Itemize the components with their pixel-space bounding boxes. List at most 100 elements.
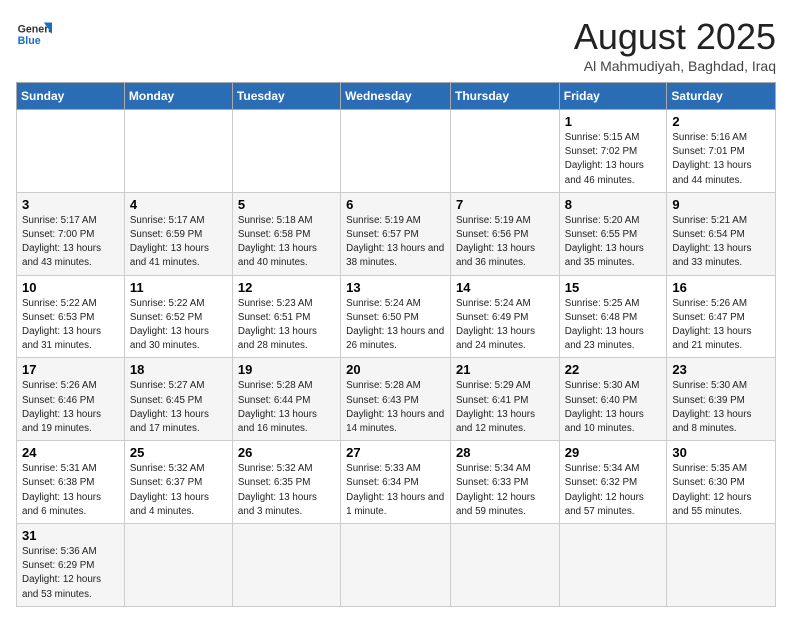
day-number: 27: [346, 445, 445, 460]
day-number: 9: [672, 197, 770, 212]
day-number: 19: [238, 362, 335, 377]
calendar-cell: 14 Sunrise: 5:24 AM Sunset: 6:49 PM Dayli…: [451, 275, 560, 358]
day-number: 12: [238, 280, 335, 295]
day-number: 13: [346, 280, 445, 295]
calendar-cell: 4Sunrise: 5:17 AM Sunset: 6:59 PM Daylig…: [124, 192, 232, 275]
day-number: 17: [22, 362, 119, 377]
day-number: 4: [130, 197, 227, 212]
calendar-cell: 2 Sunrise: 5:16 AM Sunset: 7:01 PM Daylig…: [667, 110, 776, 193]
calendar-cell: 21 Sunrise: 5:29 AM Sunset: 6:41 PM Dayli…: [451, 358, 560, 441]
weekday-header-tuesday: Tuesday: [232, 83, 340, 110]
day-info: Sunrise: 5:32 AM Sunset: 6:37 PM Dayligh…: [130, 462, 227, 519]
calendar-cell: 24Sunrise: 5:31 AM Sunset: 6:38 PM Dayli…: [17, 441, 125, 524]
calendar-cell: 9 Sunrise: 5:21 AM Sunset: 6:54 PM Daylig…: [667, 192, 776, 275]
day-number: 23: [672, 362, 770, 377]
calendar-cell: 29Sunrise: 5:34 AM Sunset: 6:32 PM Dayli…: [559, 441, 667, 524]
calendar-cell: 17 Sunrise: 5:26 AM Sunset: 6:46 PM Dayli…: [17, 358, 125, 441]
day-info: Sunrise: 5:28 AM Sunset: 6:44 PM Dayligh…: [238, 379, 335, 436]
svg-text:Blue: Blue: [18, 35, 41, 47]
calendar-cell: 31 Sunrise: 5:36 AM Sunset: 6:29 PM Dayli…: [17, 524, 125, 607]
day-number: 8: [565, 197, 662, 212]
day-number: 26: [238, 445, 335, 460]
weekday-header-wednesday: Wednesday: [341, 83, 451, 110]
day-number: 30: [672, 445, 770, 460]
calendar-cell: 15 Sunrise: 5:25 AM Sunset: 6:48 PM Dayli…: [559, 275, 667, 358]
day-info: Sunrise: 5:24 AM Sunset: 6:50 PM Dayligh…: [346, 297, 445, 354]
calendar-cell: [232, 110, 340, 193]
day-info: Sunrise: 5:22 AM Sunset: 6:53 PM Dayligh…: [22, 297, 119, 354]
day-number: 15: [565, 280, 662, 295]
calendar-cell: [17, 110, 125, 193]
calendar-title: August 2025: [574, 16, 776, 58]
day-info: Sunrise: 5:33 AM Sunset: 6:34 PM Dayligh…: [346, 462, 445, 519]
day-number: 29: [565, 445, 662, 460]
day-info: Sunrise: 5:28 AM Sunset: 6:43 PM Dayligh…: [346, 379, 445, 436]
calendar-cell: 10 Sunrise: 5:22 AM Sunset: 6:53 PM Dayli…: [17, 275, 125, 358]
day-number: 6: [346, 197, 445, 212]
day-number: 16: [672, 280, 770, 295]
day-number: 22: [565, 362, 662, 377]
day-number: 11: [130, 280, 227, 295]
day-number: 20: [346, 362, 445, 377]
day-info: Sunrise: 5:26 AM Sunset: 6:46 PM Dayligh…: [22, 379, 119, 436]
day-info: Sunrise: 5:17 AM Sunset: 7:00 PM Dayligh…: [22, 214, 119, 271]
day-number: 31: [22, 528, 119, 543]
calendar-cell: 16 Sunrise: 5:26 AM Sunset: 6:47 PM Dayli…: [667, 275, 776, 358]
calendar-subtitle: Al Mahmudiyah, Baghdad, Iraq: [574, 58, 776, 74]
day-info: Sunrise: 5:36 AM Sunset: 6:29 PM Dayligh…: [22, 545, 119, 602]
calendar-cell: 19 Sunrise: 5:28 AM Sunset: 6:44 PM Dayli…: [232, 358, 340, 441]
day-number: 21: [456, 362, 554, 377]
calendar-cell: 12 Sunrise: 5:23 AM Sunset: 6:51 PM Dayli…: [232, 275, 340, 358]
day-number: 14: [456, 280, 554, 295]
calendar-cell: [451, 110, 560, 193]
weekday-header-thursday: Thursday: [451, 83, 560, 110]
weekday-header-sunday: Sunday: [17, 83, 125, 110]
day-number: 28: [456, 445, 554, 460]
day-number: 2: [672, 114, 770, 129]
calendar-cell: [341, 110, 451, 193]
weekday-header-monday: Monday: [124, 83, 232, 110]
calendar-cell: 8 Sunrise: 5:20 AM Sunset: 6:55 PM Daylig…: [559, 192, 667, 275]
day-number: 10: [22, 280, 119, 295]
day-info: Sunrise: 5:29 AM Sunset: 6:41 PM Dayligh…: [456, 379, 554, 436]
day-info: Sunrise: 5:27 AM Sunset: 6:45 PM Dayligh…: [130, 379, 227, 436]
day-info: Sunrise: 5:16 AM Sunset: 7:01 PM Dayligh…: [672, 131, 770, 188]
calendar-cell: [667, 524, 776, 607]
day-info: Sunrise: 5:23 AM Sunset: 6:51 PM Dayligh…: [238, 297, 335, 354]
day-info: Sunrise: 5:26 AM Sunset: 6:47 PM Dayligh…: [672, 297, 770, 354]
day-info: Sunrise: 5:24 AM Sunset: 6:49 PM Dayligh…: [456, 297, 554, 354]
calendar-cell: 23 Sunrise: 5:30 AM Sunset: 6:39 PM Dayli…: [667, 358, 776, 441]
header: General Blue August 2025 Al Mahmudiyah, …: [16, 16, 776, 74]
calendar-cell: 22Sunrise: 5:30 AM Sunset: 6:40 PM Dayli…: [559, 358, 667, 441]
calendar-cell: 26Sunrise: 5:32 AM Sunset: 6:35 PM Dayli…: [232, 441, 340, 524]
calendar-cell: [124, 524, 232, 607]
day-info: Sunrise: 5:20 AM Sunset: 6:55 PM Dayligh…: [565, 214, 662, 271]
calendar-cell: 28 Sunrise: 5:34 AM Sunset: 6:33 PM Dayli…: [451, 441, 560, 524]
calendar-cell: 11 Sunrise: 5:22 AM Sunset: 6:52 PM Dayli…: [124, 275, 232, 358]
title-area: August 2025 Al Mahmudiyah, Baghdad, Iraq: [574, 16, 776, 74]
day-number: 24: [22, 445, 119, 460]
calendar-cell: [341, 524, 451, 607]
day-info: Sunrise: 5:18 AM Sunset: 6:58 PM Dayligh…: [238, 214, 335, 271]
day-info: Sunrise: 5:19 AM Sunset: 6:56 PM Dayligh…: [456, 214, 554, 271]
day-info: Sunrise: 5:22 AM Sunset: 6:52 PM Dayligh…: [130, 297, 227, 354]
day-info: Sunrise: 5:21 AM Sunset: 6:54 PM Dayligh…: [672, 214, 770, 271]
day-info: Sunrise: 5:35 AM Sunset: 6:30 PM Dayligh…: [672, 462, 770, 519]
weekday-header-saturday: Saturday: [667, 83, 776, 110]
day-number: 3: [22, 197, 119, 212]
day-info: Sunrise: 5:25 AM Sunset: 6:48 PM Dayligh…: [565, 297, 662, 354]
day-number: 7: [456, 197, 554, 212]
day-number: 5: [238, 197, 335, 212]
calendar-cell: 6Sunrise: 5:19 AM Sunset: 6:57 PM Daylig…: [341, 192, 451, 275]
calendar-cell: 3 Sunrise: 5:17 AM Sunset: 7:00 PM Daylig…: [17, 192, 125, 275]
calendar-cell: 1Sunrise: 5:15 AM Sunset: 7:02 PM Daylig…: [559, 110, 667, 193]
calendar-cell: [232, 524, 340, 607]
day-info: Sunrise: 5:30 AM Sunset: 6:39 PM Dayligh…: [672, 379, 770, 436]
calendar-cell: 27 Sunrise: 5:33 AM Sunset: 6:34 PM Dayli…: [341, 441, 451, 524]
calendar-cell: 13 Sunrise: 5:24 AM Sunset: 6:50 PM Dayli…: [341, 275, 451, 358]
day-number: 18: [130, 362, 227, 377]
day-info: Sunrise: 5:34 AM Sunset: 6:33 PM Dayligh…: [456, 462, 554, 519]
calendar-header: SundayMondayTuesdayWednesdayThursdayFrid…: [17, 83, 776, 110]
calendar-cell: 7 Sunrise: 5:19 AM Sunset: 6:56 PM Daylig…: [451, 192, 560, 275]
day-number: 1: [565, 114, 662, 129]
